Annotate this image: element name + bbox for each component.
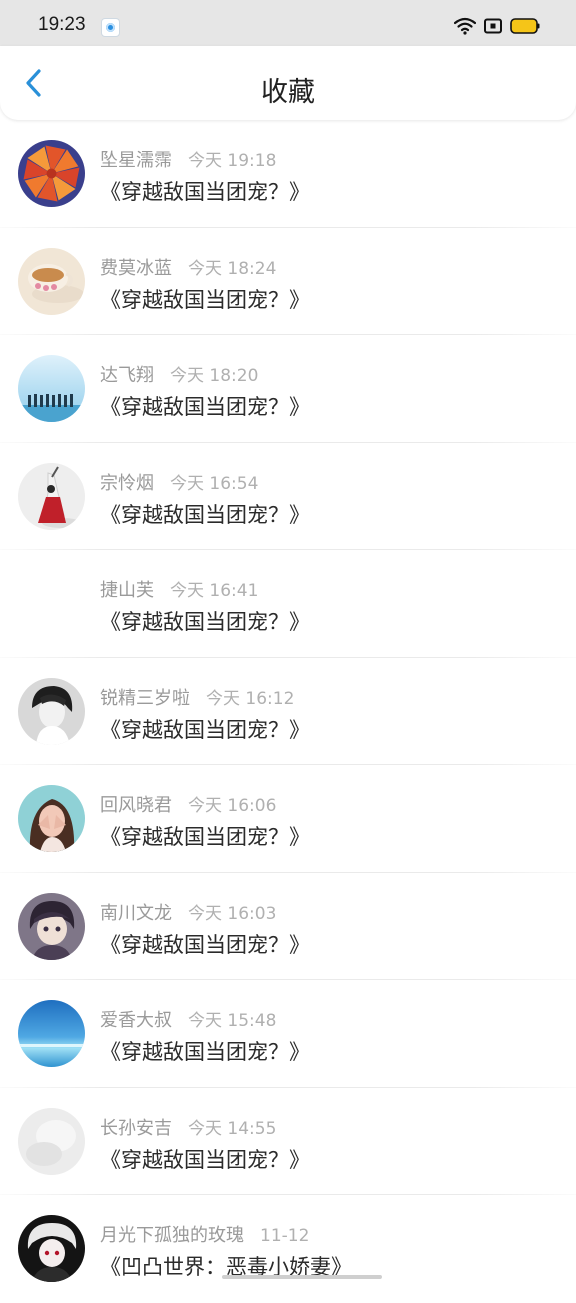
avatar[interactable] (18, 1107, 85, 1175)
avatar[interactable] (18, 140, 85, 207)
item-meta: 宗怜烟 今天 16:54 (100, 469, 258, 495)
user-name: 月光下孤独的玫瑰 (100, 1225, 244, 1246)
item-meta: 月光下孤独的玫瑰 11-12 (100, 1221, 309, 1247)
user-name: 宗怜烟 (100, 472, 154, 494)
avatar[interactable] (18, 355, 85, 422)
book-title[interactable]: 《穿越敌国当团宠？》 (100, 1144, 310, 1174)
item-meta: 锐精三岁啦 今天 16:12 (100, 684, 294, 710)
timestamp: 今天 16:06 (188, 796, 277, 816)
favorites-list: 坠星濡霈 今天 19:18 《穿越敌国当团宠？》 费莫冰蓝 今天 18:24 《穿越… (0, 120, 576, 1303)
list-item[interactable]: 捷山芙 今天 16:41 《穿越敌国当团宠？》 (0, 550, 576, 658)
book-title[interactable]: 《穿越敌国当团宠？》 (100, 499, 310, 529)
timestamp: 今天 18:20 (170, 366, 259, 386)
app-header: 收藏 (0, 46, 576, 120)
user-name: 达飞翔 (100, 365, 154, 386)
list-item[interactable]: 达飞翔 今天 18:20 《穿越敌国当团宠？》 (0, 335, 576, 443)
timestamp: 今天 16:54 (170, 473, 259, 494)
home-indicator[interactable] (222, 1275, 382, 1279)
book-title[interactable]: 《穿越敌国当团宠？》 (100, 284, 310, 314)
book-title[interactable]: 《穿越敌国当团宠？》 (100, 606, 310, 636)
book-title[interactable]: 《穿越敌国当团宠？》 (100, 714, 310, 744)
user-name: 长孙安吉 (100, 1117, 172, 1139)
list-item[interactable]: 月光下孤独的玫瑰 11-12 《凹凸世界：恶毒小娇妻》 (0, 1195, 576, 1303)
list-item[interactable]: 宗怜烟 今天 16:54 《穿越敌国当团宠？》 (0, 443, 576, 551)
item-meta: 坠星濡霈 今天 19:18 (100, 146, 276, 172)
wifi-icon (453, 17, 477, 39)
status-bar: 19:23 (0, 0, 576, 46)
book-title[interactable]: 《穿越敌国当团宠？》 (100, 176, 310, 206)
list-item[interactable]: 费莫冰蓝 今天 18:24 《穿越敌国当团宠？》 (0, 228, 576, 336)
item-meta: 费莫冰蓝 今天 18:24 (100, 254, 276, 280)
status-time: 19:23 (38, 14, 86, 35)
timestamp: 今天 18:24 (188, 258, 277, 279)
book-title[interactable]: 《穿越敌国当团宠？》 (100, 929, 310, 959)
timestamp: 今天 19:18 (188, 151, 277, 171)
list-item[interactable]: 锐精三岁啦 今天 16:12 《穿越敌国当团宠？》 (0, 658, 576, 766)
user-name: 捷山芙 (100, 580, 154, 601)
item-meta: 南川文龙 今天 16:03 (100, 899, 276, 925)
list-item[interactable]: 南川文龙 今天 16:03 《穿越敌国当团宠？》 (0, 873, 576, 981)
user-name: 回风晓君 (100, 795, 172, 816)
avatar[interactable] (18, 677, 85, 745)
user-name: 费莫冰蓝 (100, 257, 172, 279)
sim-card-icon (484, 18, 502, 38)
item-meta: 捷山芙 今天 16:41 (100, 576, 258, 602)
book-title[interactable]: 《穿越敌国当团宠？》 (100, 1036, 310, 1066)
status-icons (453, 16, 540, 40)
timestamp: 今天 15:48 (188, 1011, 277, 1031)
user-name: 南川文龙 (100, 902, 172, 924)
item-meta: 达飞翔 今天 18:20 (100, 361, 258, 387)
item-meta: 回风晓君 今天 16:06 (100, 791, 276, 817)
avatar[interactable] (18, 785, 85, 852)
avatar[interactable] (18, 247, 85, 315)
app-notification-icon (101, 18, 120, 37)
user-name: 爱香大叔 (100, 1010, 172, 1031)
list-item[interactable]: 爱香大叔 今天 15:48 《穿越敌国当团宠？》 (0, 980, 576, 1088)
timestamp: 今天 14:55 (188, 1118, 277, 1139)
item-meta: 长孙安吉 今天 14:55 (100, 1114, 276, 1140)
list-item[interactable]: 长孙安吉 今天 14:55 《穿越敌国当团宠？》 (0, 1088, 576, 1196)
page-title: 收藏 (261, 77, 315, 108)
user-name: 坠星濡霈 (100, 150, 172, 171)
avatar[interactable] (18, 892, 85, 960)
book-title[interactable]: 《穿越敌国当团宠？》 (100, 391, 310, 421)
battery-icon (510, 17, 540, 39)
list-item[interactable]: 坠星濡霈 今天 19:18 《穿越敌国当团宠？》 (0, 120, 576, 228)
timestamp: 11-12 (260, 1226, 310, 1246)
item-meta: 爱香大叔 今天 15:48 (100, 1006, 276, 1032)
avatar[interactable] (18, 1000, 85, 1067)
avatar[interactable] (18, 1215, 85, 1282)
timestamp: 今天 16:41 (170, 581, 259, 601)
user-name: 锐精三岁啦 (100, 687, 190, 709)
timestamp: 今天 16:12 (206, 688, 295, 709)
timestamp: 今天 16:03 (188, 903, 277, 924)
avatar[interactable] (18, 462, 85, 530)
book-title[interactable]: 《穿越敌国当团宠？》 (100, 821, 310, 851)
list-item[interactable]: 回风晓君 今天 16:06 《穿越敌国当团宠？》 (0, 765, 576, 873)
